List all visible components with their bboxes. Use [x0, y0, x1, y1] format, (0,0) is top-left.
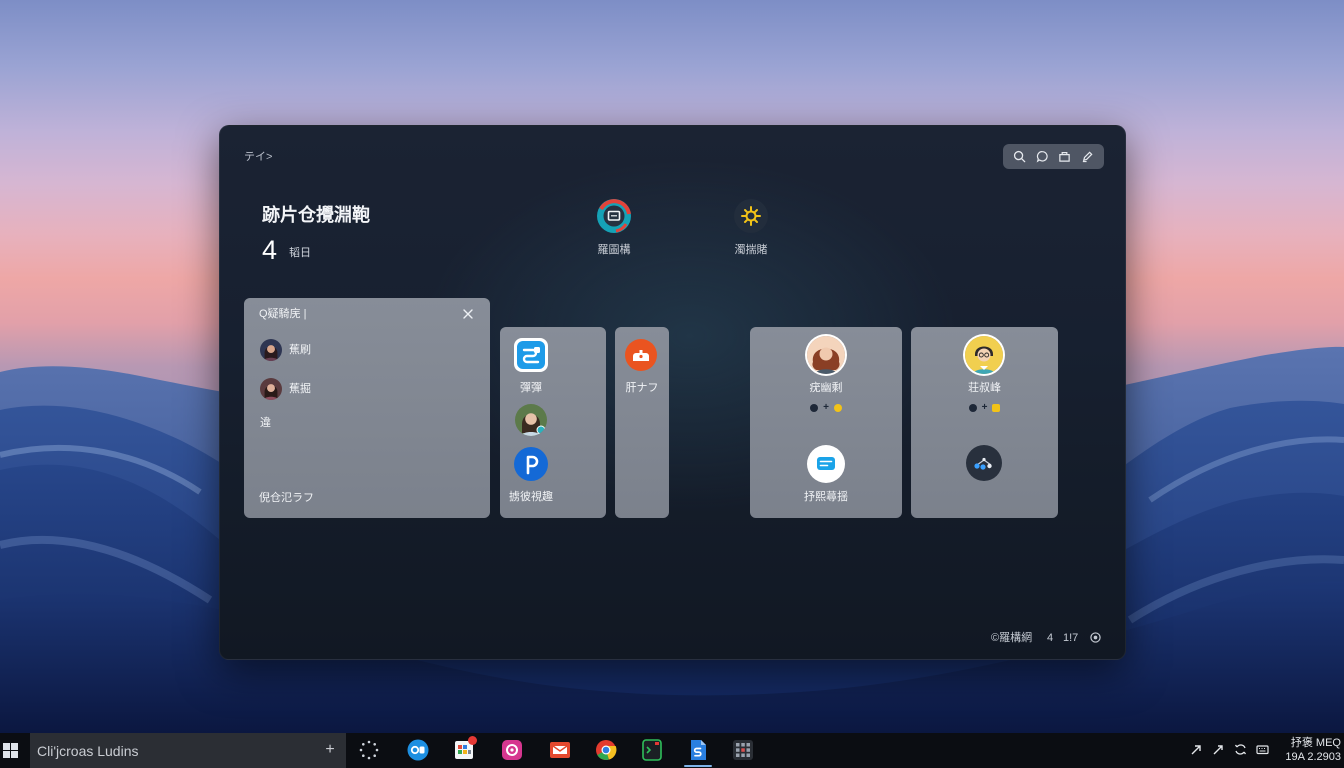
shortcut-label: 濁揣賭: [734, 244, 768, 256]
footer-page: 1!7: [1063, 632, 1079, 644]
shortcut-label: 羅圖構: [597, 244, 631, 256]
taskbar-search-box[interactable]: Cli'jcroas Ludins +: [30, 733, 346, 768]
window-toolbar: [1003, 144, 1104, 169]
contact-card[interactable]: 疣幽剩 + 抒熙蕁揺: [750, 327, 902, 518]
status-square-yellow: [992, 404, 1001, 412]
summary-count: 4: [262, 235, 278, 265]
terminal-icon[interactable]: [641, 739, 663, 761]
pin-icon[interactable]: [514, 447, 548, 481]
status-dot-yellow: [833, 404, 842, 412]
app-label: 肝ナフ: [625, 382, 659, 394]
gear-icon: [734, 199, 768, 233]
network-icon[interactable]: [966, 445, 1002, 481]
status-separator: +: [981, 402, 988, 413]
list-item[interactable]: 蕉掘: [244, 375, 490, 403]
active-app-indicator: [684, 765, 712, 767]
list-item[interactable]: 蕉刷: [244, 336, 490, 364]
system-clock[interactable]: 抒褒 MEQ 19A 2.2903: [1285, 736, 1341, 764]
chat-icon: [1036, 151, 1048, 163]
screen-ring-icon: [597, 199, 631, 233]
list-item-label: 蕉掘: [289, 383, 311, 395]
mail-icon[interactable]: [549, 739, 571, 761]
breadcrumb[interactable]: テイ>: [244, 151, 272, 163]
document-icon[interactable]: [687, 739, 709, 761]
edit-button[interactable]: [1079, 148, 1097, 166]
page-title: 跡片仓攪淵鞄: [262, 205, 370, 225]
avatar[interactable]: [965, 336, 1003, 374]
app-card[interactable]: 肝ナフ: [615, 327, 669, 518]
summary-count-label: 韬日: [289, 247, 311, 259]
list-panel: Q疑騎庑 | 蕉刷 蕉掘 違 倪仓氾ラフ: [244, 298, 490, 518]
contact-action-label: 抒熙蕁揺: [804, 491, 848, 503]
windows-logo-icon[interactable]: [3, 743, 18, 758]
list-panel-title[interactable]: Q疑騎庑 |: [259, 308, 306, 320]
status-dot: [968, 404, 977, 412]
spreadsheet-app[interactable]: [453, 736, 477, 761]
search-add-button[interactable]: +: [324, 742, 336, 758]
close-icon[interactable]: [463, 309, 473, 319]
clock-line1: 抒褒 MEQ: [1290, 737, 1341, 749]
list-item-label: 蕉刷: [289, 344, 311, 356]
arrow-up-right-icon[interactable]: [1190, 743, 1203, 756]
browser-icon[interactable]: [595, 739, 617, 761]
folder-icon: [1059, 151, 1071, 162]
apps-grid-icon[interactable]: [732, 739, 754, 761]
status-separator: +: [823, 402, 829, 413]
keyboard-icon[interactable]: [1256, 743, 1269, 756]
shortcut-screen[interactable]: 羅圖構: [574, 198, 654, 262]
footer-count: 4: [1047, 632, 1054, 644]
taskbar: Cli'jcroas Ludins + 抒褒 MEQ 19A 2.2903: [0, 733, 1344, 768]
app-label: 彈彈: [520, 382, 542, 394]
media-icon[interactable]: [501, 739, 523, 761]
contact-name: 疣幽剩: [809, 382, 843, 394]
blue-chat-icon[interactable]: [407, 739, 429, 761]
app-label: 掳彼視趣: [509, 491, 553, 503]
status-indicators: +: [911, 403, 1058, 413]
chat-button[interactable]: [1033, 148, 1051, 166]
app-window: テイ> 跡片仓攪淵鞄 4 韬日 羅圖構 濁揣賭 Q疑騎庑 | 蕉刷 蕉掘 違 倪…: [219, 125, 1126, 660]
app-card[interactable]: 彈彈 掳彼視趣: [500, 327, 606, 518]
status-indicators: +: [750, 403, 902, 413]
search-icon: [1013, 150, 1026, 163]
status-dot: [810, 404, 819, 412]
shortcut-settings[interactable]: 濁揣賭: [711, 198, 791, 262]
avatar[interactable]: [515, 404, 547, 436]
footer-label: ©羅構網: [991, 632, 1033, 644]
notification-badge: [468, 736, 477, 745]
arrow-icon[interactable]: [1212, 743, 1225, 756]
search-button[interactable]: [1010, 148, 1028, 166]
pen-icon: [1082, 151, 1093, 163]
chat-app-icon[interactable]: [514, 338, 548, 372]
info-icon[interactable]: [1090, 632, 1101, 643]
sync-icon[interactable]: [1234, 743, 1247, 756]
message-icon[interactable]: [807, 445, 845, 483]
folder-button[interactable]: [1056, 148, 1074, 166]
contact-name: 荘叔峰: [968, 382, 1001, 394]
search-input[interactable]: Cli'jcroas Ludins: [37, 743, 139, 759]
scale-icon[interactable]: [625, 339, 657, 371]
task-view-icon[interactable]: [358, 739, 380, 761]
avatar: [260, 378, 282, 400]
list-panel-footer[interactable]: 倪仓氾ラフ: [259, 492, 314, 504]
avatar: [260, 339, 282, 361]
clock-line2: 19A 2.2903: [1285, 751, 1341, 763]
contact-card[interactable]: 荘叔峰 +: [911, 327, 1058, 518]
list-item[interactable]: 違: [260, 417, 271, 429]
avatar[interactable]: [807, 336, 845, 374]
